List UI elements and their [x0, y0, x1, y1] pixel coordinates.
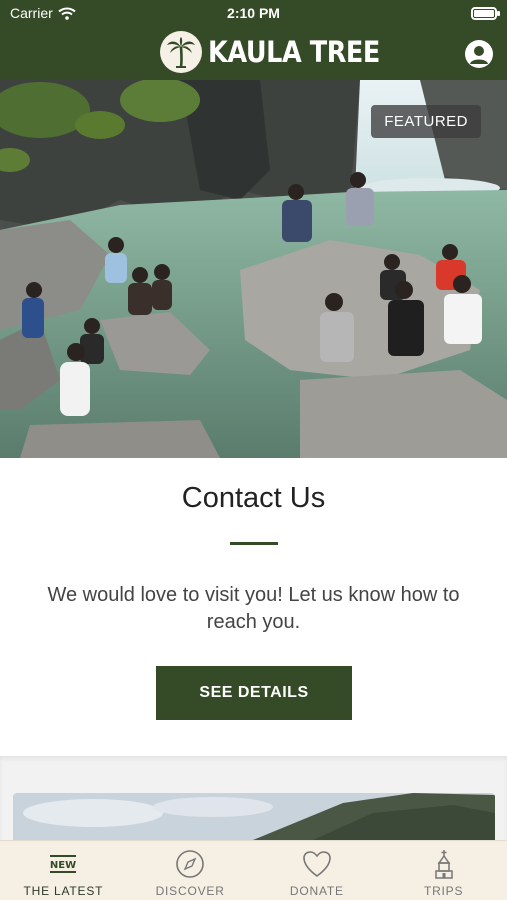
- featured-badge: FEATURED: [371, 105, 481, 138]
- featured-hero[interactable]: FEATURED: [0, 80, 507, 458]
- new-badge-icon: NEW: [47, 849, 79, 879]
- church-icon: [428, 849, 460, 879]
- next-post-image: [13, 793, 495, 840]
- brand-logo[interactable]: KAULA TREE: [160, 30, 403, 74]
- svg-text:NEW: NEW: [50, 860, 76, 871]
- contact-card: Contact Us We would love to visit you! L…: [0, 458, 507, 756]
- user-profile-icon[interactable]: [465, 40, 493, 68]
- contact-title: Contact Us: [181, 482, 326, 514]
- app-header: Carrier 2:10 PM KAULA TREE: [0, 0, 507, 80]
- tab-label: DONATE: [289, 884, 344, 898]
- tab-the-latest[interactable]: NEW THE LATEST: [0, 841, 127, 900]
- heart-icon: [301, 849, 333, 879]
- compass-icon: [174, 849, 206, 879]
- palm-tree-icon: [160, 31, 202, 73]
- status-bar: Carrier 2:10 PM: [0, 0, 507, 28]
- next-post-card[interactable]: [13, 793, 495, 840]
- contact-description: We would love to visit you! Let us know …: [47, 584, 460, 633]
- tab-donate[interactable]: DONATE: [254, 841, 381, 900]
- tab-label: THE LATEST: [23, 884, 104, 898]
- bottom-tab-bar: NEW THE LATEST DISCOVER DONATE TRIPS: [0, 840, 507, 900]
- tab-discover[interactable]: DISCOVER: [127, 841, 254, 900]
- title-divider: [230, 542, 278, 545]
- tab-label: DISCOVER: [155, 884, 225, 898]
- brand-name: KAULA TREE: [208, 35, 380, 69]
- tab-label: TRIPS: [423, 884, 464, 898]
- see-details-button[interactable]: SEE DETAILS: [156, 666, 352, 720]
- tab-trips[interactable]: TRIPS: [380, 841, 507, 900]
- battery-icon: [471, 7, 500, 20]
- status-time: 2:10 PM: [227, 5, 280, 21]
